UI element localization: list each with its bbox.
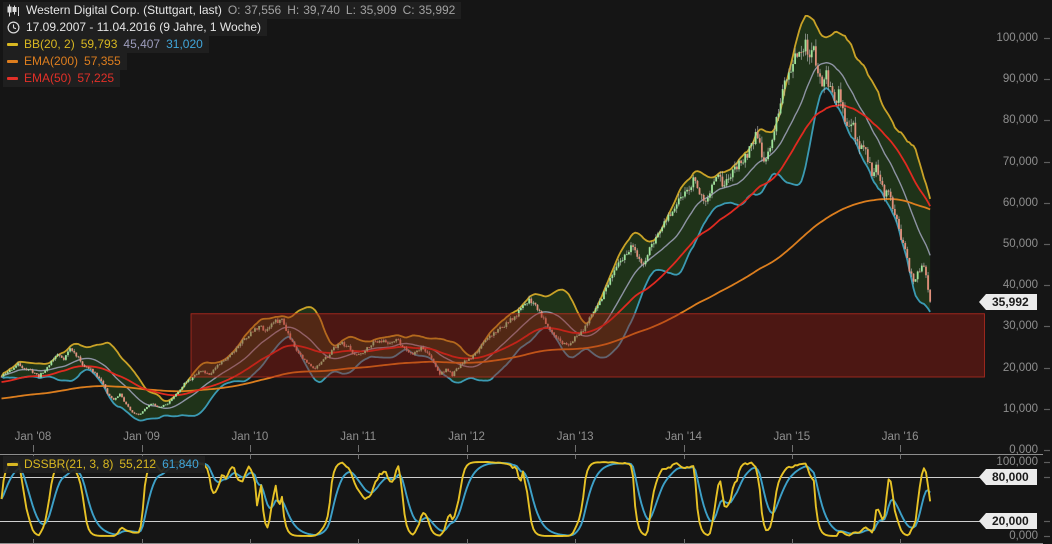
chart-window: Western Digital Corp. (Stuttgart, last) …	[0, 0, 1052, 544]
dssbr-slow-value: 61,840	[162, 457, 199, 471]
dssbr-fast-value: 55,212	[119, 457, 157, 471]
time-tick-label: Jan '09	[123, 431, 160, 443]
price-tick-label: 0,000	[1009, 444, 1038, 456]
legend-ema50[interactable]: EMA(50) 57,225	[3, 70, 121, 87]
ema200-line-swatch	[7, 59, 18, 63]
ohlc-high: H: 39,740	[287, 3, 340, 17]
time-tick-label: Jan '10	[231, 431, 269, 443]
date-range-row: 17.09.2007 - 11.04.2016 (9 Jahre, 1 Woch…	[3, 19, 268, 36]
ema200-value: 57,355	[84, 54, 121, 68]
bb-upper-value: 59,793	[80, 37, 118, 51]
ohlc-close: C: 35,992	[402, 3, 456, 17]
instrument-header: Western Digital Corp. (Stuttgart, last) …	[3, 2, 462, 19]
price-tick-label: 90,000	[1002, 73, 1038, 86]
time-tick-label: Jan '11	[340, 431, 377, 443]
price-tick-label: 30,000	[1002, 320, 1038, 333]
price-tick-label: 40,000	[1002, 279, 1038, 292]
oscillator-upper-threshold-tag: 80,000	[979, 468, 1037, 485]
bb-lower-value: 31,020	[166, 37, 203, 51]
ohlc-low: L: 35,909	[345, 3, 397, 17]
time-tick-label: Jan '13	[556, 431, 594, 443]
bb-middle-value: 45,407	[123, 37, 161, 51]
bb-label: BB(20, 2)	[24, 37, 75, 51]
clock-icon	[7, 20, 20, 34]
legend-dssbr[interactable]: DSSBR(21, 3, 8) 55,212 61,840	[3, 456, 205, 473]
instrument-title: Western Digital Corp. (Stuttgart, last)	[26, 3, 222, 17]
price-tick-label: 80,000	[1002, 114, 1038, 127]
oscillator-tick-label: 100,000	[996, 456, 1038, 468]
ohlc-open: O: 37,556	[227, 3, 282, 17]
legend-ema200[interactable]: EMA(200) 57,355	[3, 53, 127, 70]
price-tick-label: 60,000	[1002, 196, 1038, 209]
oscillator-tick-label: 0,000	[1009, 530, 1038, 542]
time-tick-label: Jan '15	[773, 431, 811, 443]
price-tick-label: 50,000	[1002, 238, 1038, 250]
legend-bb[interactable]: BB(20, 2) 59,793 45,407 31,020	[3, 36, 209, 53]
oscillator-lower-threshold-tag: 20,000	[979, 513, 1037, 530]
last-price-tag: 35,992	[979, 293, 1037, 310]
ema200-label: EMA(200)	[24, 54, 79, 68]
ema50-label: EMA(50)	[24, 71, 72, 85]
ema50-line-swatch	[7, 76, 18, 80]
price-tick-label: 70,000	[1002, 155, 1038, 168]
time-tick-label: Jan '08	[14, 431, 52, 443]
time-tick-label: Jan '14	[665, 431, 702, 443]
candlestick-chart-icon	[7, 4, 19, 16]
bb-line-swatch	[7, 42, 18, 46]
ema50-value: 57,225	[77, 71, 115, 85]
date-range: 17.09.2007 - 11.04.2016 (9 Jahre, 1 Woch…	[26, 20, 262, 34]
dssbr-label: DSSBR(21, 3, 8)	[24, 457, 114, 471]
time-tick-label: Jan '16	[881, 431, 919, 443]
price-tick-label: 10,000	[1002, 402, 1038, 415]
time-tick-label: Jan '12	[448, 431, 485, 443]
price-tick-label: 20,000	[1002, 361, 1038, 374]
dssbr-line-swatch	[7, 462, 18, 466]
price-tick-label: 100,000	[996, 32, 1038, 44]
